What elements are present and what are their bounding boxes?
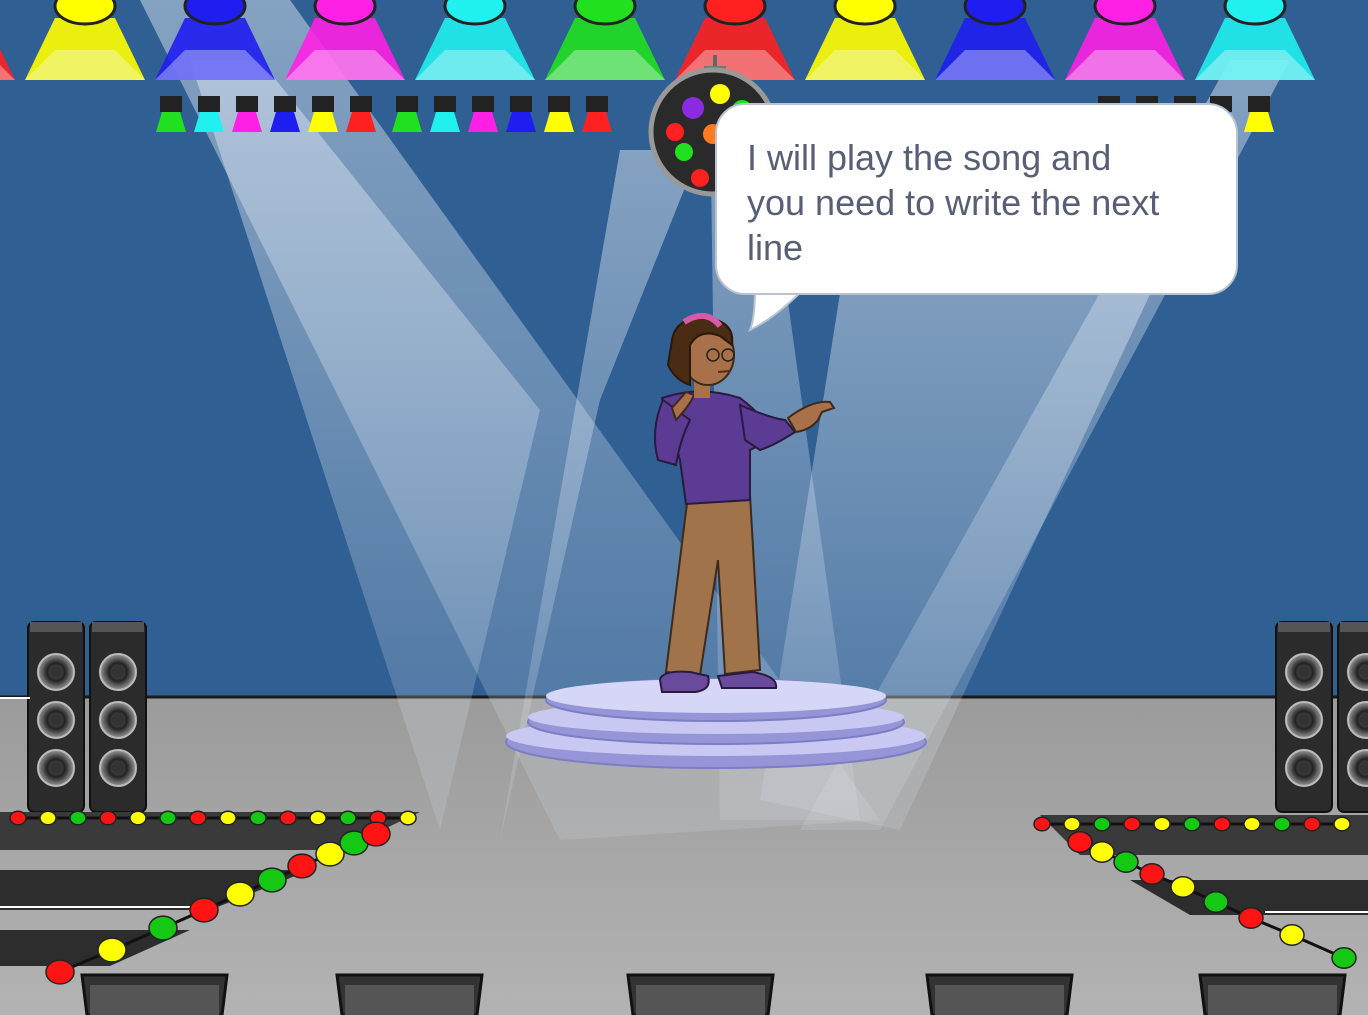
light-bulb-icon xyxy=(1089,841,1115,863)
small-light-housing xyxy=(274,96,296,112)
ceiling-light-icon xyxy=(1223,0,1287,26)
small-light-housing xyxy=(510,96,532,112)
speaker-top xyxy=(92,622,144,632)
light-bulb-icon xyxy=(1203,891,1229,913)
ceiling-light-icon xyxy=(573,0,637,26)
small-light-housing xyxy=(198,96,220,112)
speaker-center xyxy=(112,762,124,774)
light-bulb-icon xyxy=(1113,851,1139,873)
light-bulb-icon xyxy=(1213,816,1231,832)
round-platform xyxy=(505,678,927,769)
small-light-housing xyxy=(548,96,570,112)
light-bulb-icon xyxy=(97,937,127,963)
ceiling-light-icon xyxy=(53,0,117,26)
speaker-top xyxy=(1340,622,1368,632)
light-bulb-icon xyxy=(1153,816,1171,832)
light-bulb-icon xyxy=(189,810,207,826)
speaker-center xyxy=(112,666,124,678)
speaker-center xyxy=(1298,714,1310,726)
stage-monitor-face xyxy=(935,985,1064,1015)
small-light-housing xyxy=(350,96,372,112)
speaker-center xyxy=(50,762,62,774)
speaker-center xyxy=(112,714,124,726)
light-bulb-icon xyxy=(1243,816,1261,832)
small-light-housing xyxy=(160,96,182,112)
light-bulb-icon xyxy=(69,810,87,826)
small-light-housing xyxy=(312,96,334,112)
stage: I will play the song and you need to wri… xyxy=(0,0,1368,1015)
speaker-top xyxy=(1278,622,1330,632)
small-light-housing xyxy=(1248,96,1270,112)
light-bulb-icon xyxy=(1333,816,1351,832)
light-bulb-icon xyxy=(1238,907,1264,929)
light-bulb-icon xyxy=(361,821,391,847)
light-bulb-icon xyxy=(309,810,327,826)
stage-monitor-face xyxy=(90,985,219,1015)
speaker-center xyxy=(1298,762,1310,774)
speaker-top xyxy=(30,622,82,632)
light-bulb-icon xyxy=(99,810,117,826)
light-bulb-icon xyxy=(279,810,297,826)
light-bulb-icon xyxy=(1170,876,1196,898)
ceiling-light-icon xyxy=(1093,0,1157,26)
speech-line-2: you need to write the next xyxy=(747,182,1160,223)
light-bulb-icon xyxy=(39,810,57,826)
speaker-center xyxy=(1298,666,1310,678)
small-light-housing xyxy=(472,96,494,112)
light-bulb-icon xyxy=(249,810,267,826)
speaker-center xyxy=(50,714,62,726)
speaker-center xyxy=(50,666,62,678)
light-bulb-icon xyxy=(9,810,27,826)
light-bulb-icon xyxy=(339,810,357,826)
speech-line-1: I will play the song and xyxy=(747,137,1112,178)
ceiling-light-icon xyxy=(183,0,247,26)
light-bulb-icon xyxy=(1273,816,1291,832)
light-bulb-icon xyxy=(1139,863,1165,885)
stage-monitor-face xyxy=(345,985,474,1015)
small-light-housing xyxy=(434,96,456,112)
light-bulb-icon xyxy=(1123,816,1141,832)
ceiling-light-icon xyxy=(963,0,1027,26)
light-bulb-icon xyxy=(1093,816,1111,832)
speech-line-3: line xyxy=(747,227,804,268)
light-bulb-icon xyxy=(399,810,417,826)
stage-monitor-face xyxy=(1208,985,1337,1015)
ceiling-light-icon xyxy=(703,0,767,26)
ceiling-light-icon xyxy=(443,0,507,26)
stage-monitor-face xyxy=(636,985,765,1015)
light-bulb-icon xyxy=(45,959,75,985)
speech-bubble-tail xyxy=(735,288,806,333)
light-bulb-icon xyxy=(219,810,237,826)
light-bulb-icon xyxy=(225,881,255,907)
ceiling-light-icon xyxy=(313,0,377,26)
light-bulb-icon xyxy=(1033,816,1051,832)
small-light-housing xyxy=(586,96,608,112)
light-bulb-icon xyxy=(159,810,177,826)
speech-bubble: I will play the song and you need to wri… xyxy=(715,103,1238,295)
small-light-housing xyxy=(396,96,418,112)
light-bulb-icon xyxy=(287,853,317,879)
light-bulb-icon xyxy=(1303,816,1321,832)
light-bulb-icon xyxy=(189,897,219,923)
ceiling-light-icon xyxy=(833,0,897,26)
light-bulb-icon xyxy=(1063,816,1081,832)
light-bulb-icon xyxy=(1183,816,1201,832)
light-bulb-icon xyxy=(1067,831,1093,853)
light-bulb-icon xyxy=(148,915,178,941)
light-bulb-icon xyxy=(129,810,147,826)
light-bulb-icon xyxy=(1279,924,1305,946)
light-bulb-icon xyxy=(257,867,287,893)
light-bulb-icon xyxy=(1331,947,1357,969)
small-light-housing xyxy=(236,96,258,112)
